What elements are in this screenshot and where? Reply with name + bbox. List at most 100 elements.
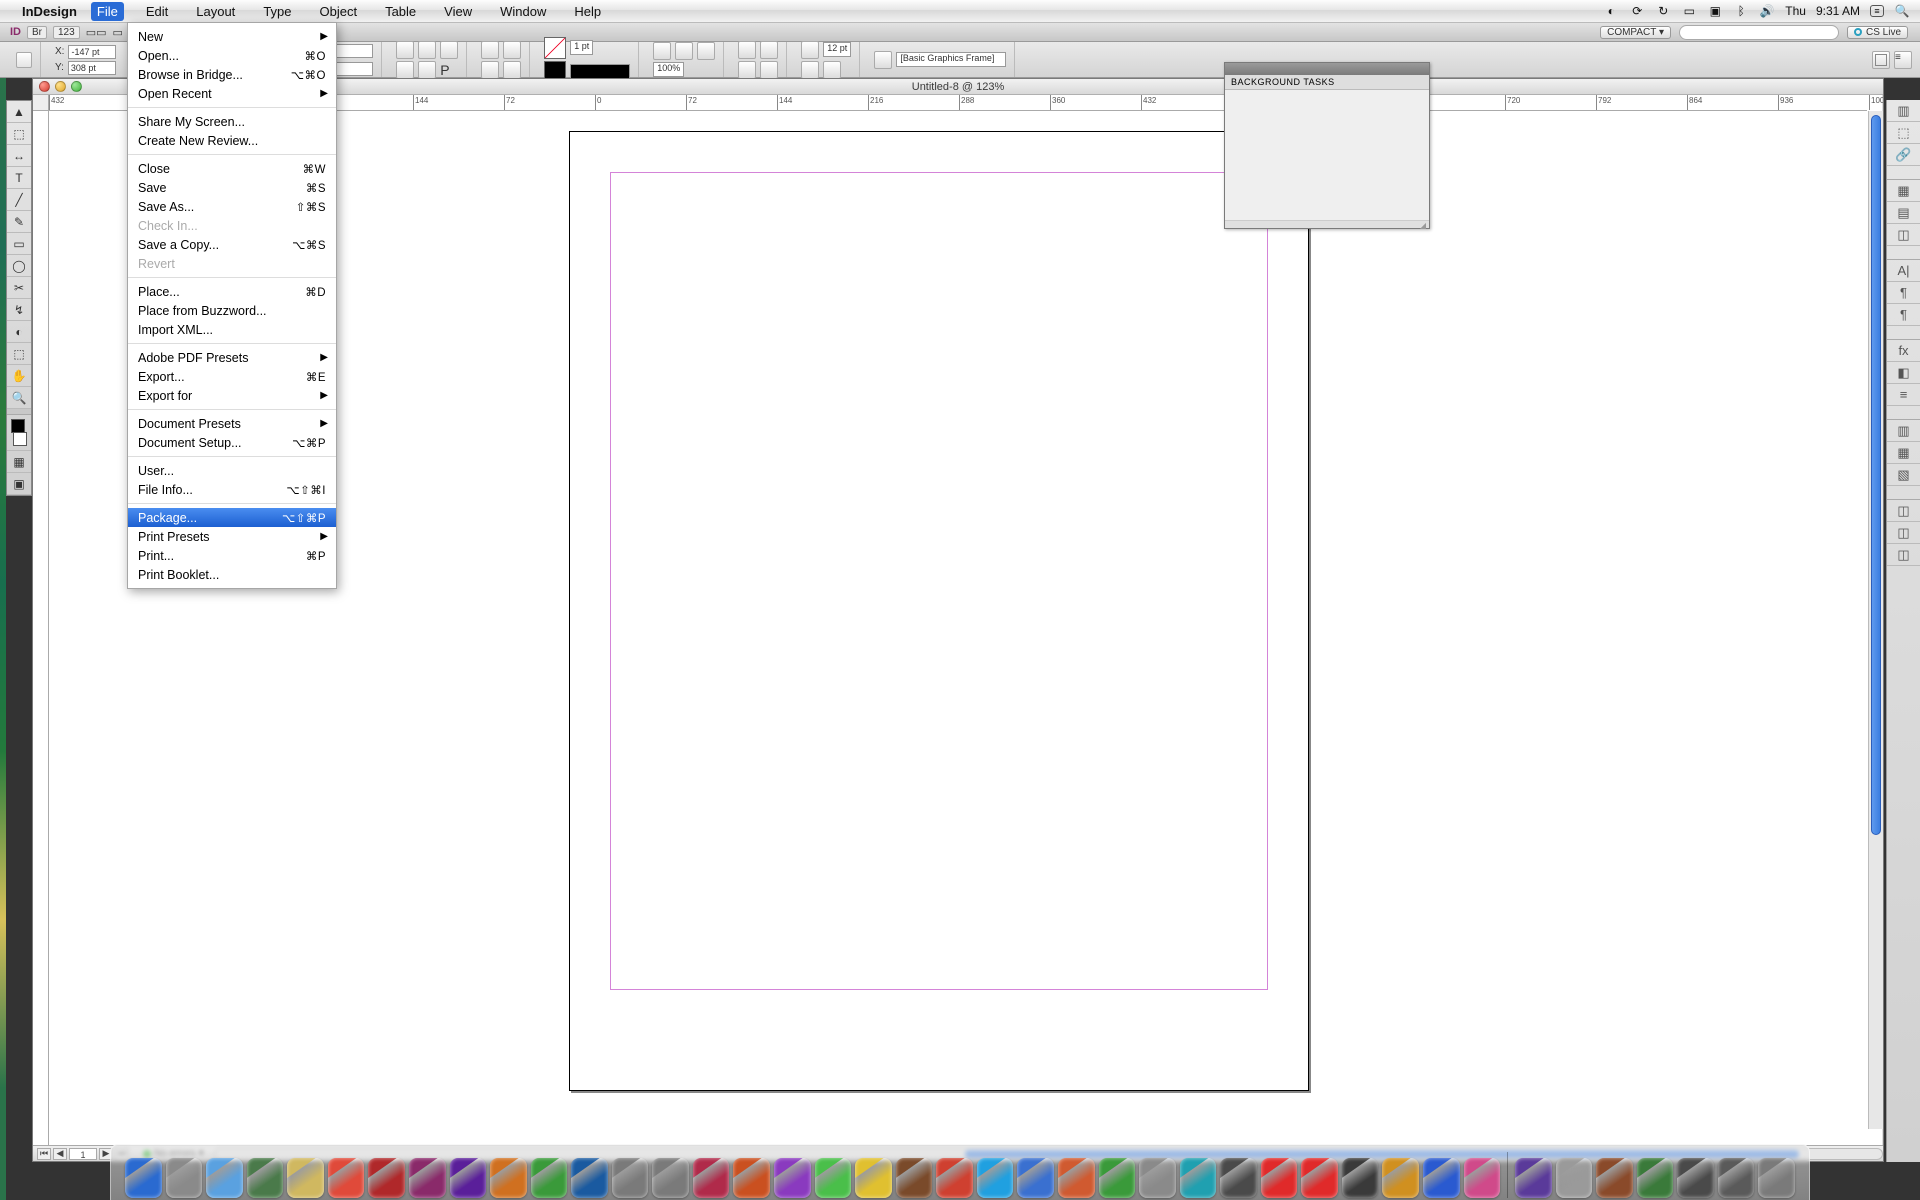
select-next-button[interactable]	[503, 61, 521, 79]
panel-icon-0[interactable]: ▥	[1887, 100, 1920, 122]
menuitem-place-from-buzzword[interactable]: Place from Buzzword...	[128, 301, 336, 320]
menu-object[interactable]: Object	[314, 2, 364, 21]
flip-v-button[interactable]	[396, 61, 414, 79]
dock-app-28[interactable]	[1261, 1158, 1298, 1198]
panel-titlebar[interactable]	[1225, 63, 1429, 75]
tool-4[interactable]: ╱	[7, 189, 31, 211]
dock-app-30[interactable]	[1342, 1158, 1379, 1198]
select-prev-button[interactable]	[481, 61, 499, 79]
zoom-field[interactable]: 123	[53, 26, 80, 39]
ref-point-icon[interactable]	[16, 52, 32, 68]
dock-app-16[interactable]	[774, 1158, 811, 1198]
dock-app-22[interactable]	[1017, 1158, 1054, 1198]
close-window-button[interactable]	[39, 81, 50, 92]
menu-window[interactable]: Window	[494, 2, 552, 21]
dock-app-4[interactable]	[287, 1158, 324, 1198]
ruler-origin[interactable]	[33, 95, 49, 111]
bluetooth-icon[interactable]: ᛒ	[1733, 3, 1749, 19]
tool-7[interactable]: ◯	[7, 255, 31, 277]
dock-app-20[interactable]	[936, 1158, 973, 1198]
first-page-button[interactable]: ⏮	[37, 1148, 51, 1160]
view-icon[interactable]: ▭▭	[86, 26, 107, 39]
corner-field[interactable]: 12 pt	[823, 42, 851, 57]
dock-app-19[interactable]	[896, 1158, 933, 1198]
dock-app-23[interactable]	[1058, 1158, 1095, 1198]
menuitem-adobe-pdf-presets[interactable]: Adobe PDF Presets▶	[128, 348, 336, 367]
stroke-color-icon[interactable]	[13, 432, 27, 446]
dock-app-18[interactable]	[855, 1158, 892, 1198]
menuitem-close[interactable]: Close⌘W	[128, 159, 336, 178]
tool-8[interactable]: ✂	[7, 277, 31, 299]
dock-app-3[interactable]	[247, 1158, 284, 1198]
dock-app-0[interactable]	[125, 1158, 162, 1198]
dock-app-24[interactable]	[1099, 1158, 1136, 1198]
menuitem-export-for[interactable]: Export for▶	[128, 386, 336, 405]
tool-0[interactable]: ▲	[7, 101, 31, 123]
transform-button[interactable]	[418, 61, 436, 79]
menu-type[interactable]: Type	[257, 2, 297, 21]
spotlight-icon[interactable]: ≡	[1870, 5, 1884, 17]
dock-app-7[interactable]	[409, 1158, 446, 1198]
opacity-field[interactable]: 100%	[653, 62, 684, 77]
panel-icon-17[interactable]: ▦	[1887, 442, 1920, 464]
rotate-cw-button[interactable]	[396, 41, 414, 59]
dock-app-27[interactable]	[1220, 1158, 1257, 1198]
fit-button-1[interactable]	[801, 61, 819, 79]
menuitem-print-booklet[interactable]: Print Booklet...	[128, 565, 336, 584]
rotate-ccw-button[interactable]	[418, 41, 436, 59]
p-icon[interactable]: P	[440, 62, 449, 78]
stroke-style-field[interactable]	[570, 64, 630, 79]
menuitem-save-as[interactable]: Save As...⇧⌘S	[128, 197, 336, 216]
view-icon-2[interactable]: ▭	[112, 26, 122, 39]
panel-icon-12[interactable]: fx	[1887, 340, 1920, 362]
panel-icon-10[interactable]: ¶	[1887, 304, 1920, 326]
search-input[interactable]	[1679, 25, 1839, 40]
menuitem-print[interactable]: Print...⌘P	[128, 546, 336, 565]
dock-app-9[interactable]	[490, 1158, 527, 1198]
dock-app-13[interactable]	[652, 1158, 689, 1198]
menuitem-file-info[interactable]: File Info...⌥⇧⌘I	[128, 480, 336, 499]
wrap-shape-button[interactable]	[738, 61, 756, 79]
dock-app-10[interactable]	[531, 1158, 568, 1198]
menuitem-place[interactable]: Place...⌘D	[128, 282, 336, 301]
dock-app-29[interactable]	[1301, 1158, 1338, 1198]
sync-icon-2[interactable]: ↻	[1655, 3, 1671, 19]
x-field[interactable]: -147 pt	[68, 45, 116, 59]
tool-9[interactable]: ↯	[7, 299, 31, 321]
display-icon[interactable]: ▭	[1681, 3, 1697, 19]
clock-day[interactable]: Thu	[1785, 4, 1806, 18]
menuitem-print-presets[interactable]: Print Presets▶	[128, 527, 336, 546]
color-mode-icon[interactable]: ▦	[7, 451, 31, 473]
panel-icon-4[interactable]: ▦	[1887, 180, 1920, 202]
tool-3[interactable]: T	[7, 167, 31, 189]
bridge-icon[interactable]: Br	[27, 26, 47, 39]
corner-button[interactable]	[801, 41, 819, 59]
page-number-field[interactable]: 1	[69, 1148, 97, 1160]
tool-10[interactable]: ◐	[7, 321, 31, 343]
search-icon[interactable]: 🔍	[1894, 3, 1910, 19]
panel-icon-5[interactable]: ▤	[1887, 202, 1920, 224]
panel-icon-6[interactable]: ◫	[1887, 224, 1920, 246]
tool-12[interactable]: ✋	[7, 365, 31, 387]
tool-6[interactable]: ▭	[7, 233, 31, 255]
scrollbar-thumb[interactable]	[1871, 115, 1881, 835]
select-content-button[interactable]	[503, 41, 521, 59]
object-style-select[interactable]: [Basic Graphics Frame]	[896, 52, 1006, 67]
menu-help[interactable]: Help	[568, 2, 607, 21]
y-field[interactable]: 308 pt	[68, 61, 116, 75]
dock-app-33[interactable]	[1464, 1158, 1501, 1198]
background-tasks-panel[interactable]: BACKGROUND TASKS ◢	[1224, 62, 1430, 229]
panel-icon-9[interactable]: ¶	[1887, 282, 1920, 304]
dock-app-5[interactable]	[328, 1158, 365, 1198]
panel-icon-21[interactable]: ◫	[1887, 522, 1920, 544]
dock-app-25[interactable]	[1139, 1158, 1176, 1198]
panel-icon-18[interactable]: ▧	[1887, 464, 1920, 486]
panel-icon-8[interactable]: A|	[1887, 260, 1920, 282]
dock-app-6[interactable]	[368, 1158, 405, 1198]
menuitem-document-presets[interactable]: Document Presets▶	[128, 414, 336, 433]
menu-table[interactable]: Table	[379, 2, 422, 21]
panel-icon-20[interactable]: ◫	[1887, 500, 1920, 522]
tool-1[interactable]: ⬚	[7, 123, 31, 145]
opacity-button[interactable]	[675, 42, 693, 60]
app-name[interactable]: InDesign	[22, 4, 77, 19]
